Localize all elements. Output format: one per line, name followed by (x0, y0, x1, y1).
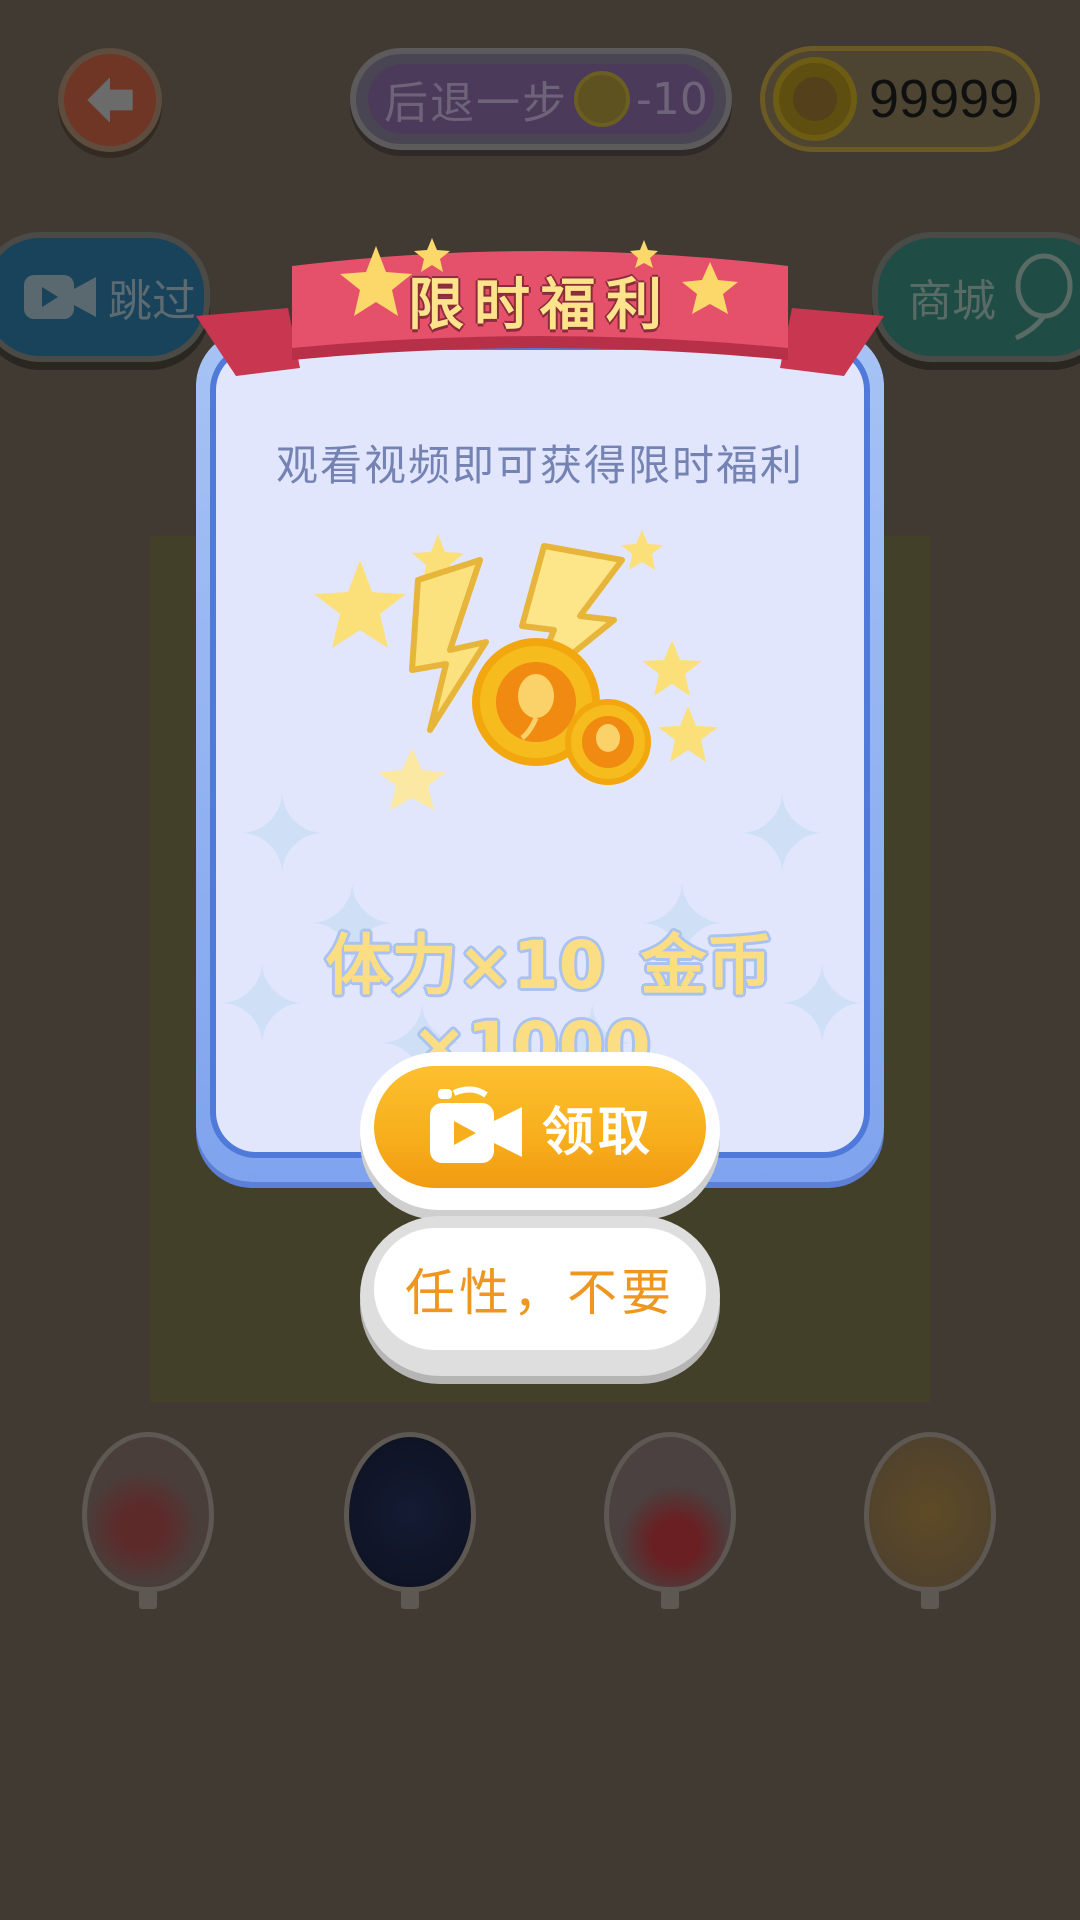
video-camera-icon (429, 1086, 522, 1163)
undo-step-cost: -10 (636, 73, 708, 125)
shop-label: 商城 (908, 276, 996, 327)
back-button[interactable] (58, 48, 162, 152)
balloon-skin-row (0, 1432, 1080, 1612)
coin-icon (574, 71, 630, 127)
decline-button[interactable]: 任性，不要 (360, 1216, 720, 1376)
skip-label: 跳过 (108, 276, 196, 327)
popup-title-ribbon: 限时福利 (196, 236, 884, 406)
decline-label: 任性，不要 (405, 1264, 675, 1322)
skip-level-button[interactable]: 跳过 (0, 232, 210, 362)
undo-step-button[interactable]: 后退一步 -10 (350, 48, 732, 150)
popup-subtitle: 观看视频即可获得限时福利 (275, 441, 804, 490)
balloon-skin-giraffe[interactable] (864, 1432, 996, 1609)
coin-icon (472, 638, 651, 785)
balloon-skin-confetti[interactable] (82, 1432, 214, 1609)
balloon-icon (1014, 253, 1073, 341)
reward-stamina: 体力×10 (325, 927, 605, 1004)
video-camera-icon (24, 275, 96, 319)
shop-button[interactable]: 商城 (872, 232, 1080, 362)
back-arrow-icon (87, 77, 133, 123)
undo-step-label: 后退一步 (384, 78, 568, 129)
reward-illustration (314, 530, 718, 810)
balloon-skin-hearts[interactable] (604, 1432, 736, 1609)
claim-button[interactable]: 领取 (360, 1052, 720, 1210)
balloon-skin-stars[interactable] (344, 1432, 476, 1609)
coin-count: 99999 (869, 69, 1020, 129)
claim-label: 领取 (541, 1102, 654, 1163)
coin-balance: 99999 (760, 46, 1040, 152)
coin-icon (773, 57, 857, 141)
popup-title: 限时福利 (408, 273, 672, 338)
